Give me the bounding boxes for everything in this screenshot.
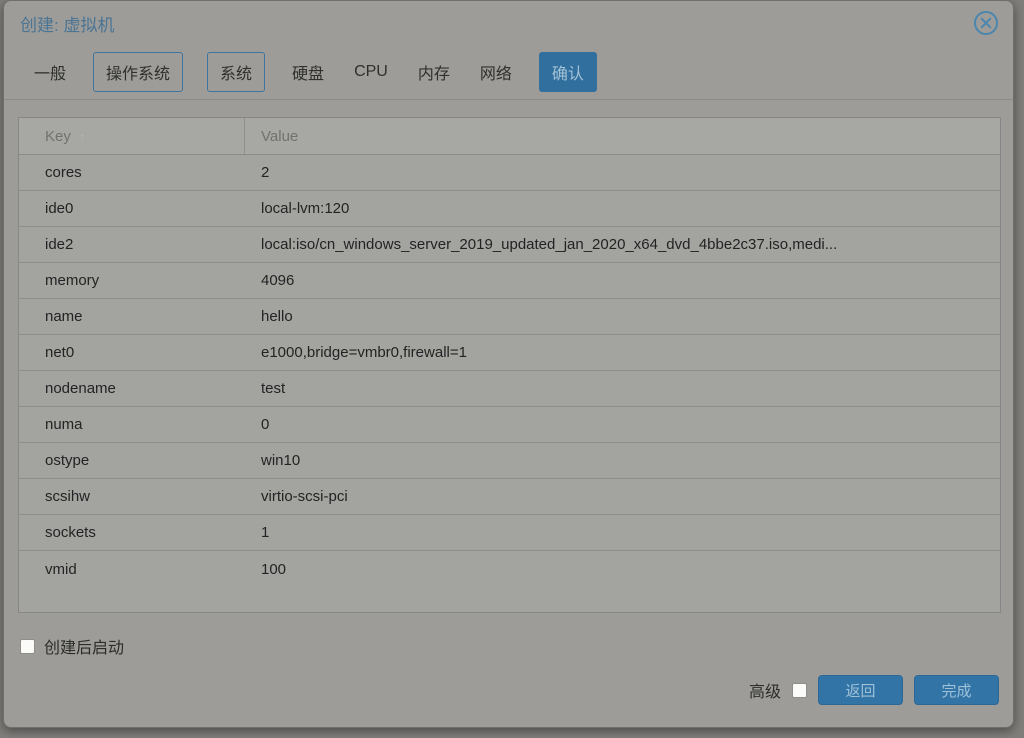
close-button[interactable] [973,10,999,36]
table-header-row: Key ↑ Value [19,118,1000,155]
row-key: ide2 [19,227,245,262]
tab-bar: 一般操作系统系统硬盘 CPU 内存网络确认 [4,45,1013,100]
column-header-value[interactable]: Value [245,118,1000,154]
table-row[interactable]: memory4096 [19,263,1000,299]
table-row[interactable]: scsihwvirtio-scsi-pci [19,479,1000,515]
dialog-header: 创建: 虚拟机 [4,1,1013,45]
table-row[interactable]: net0e1000,bridge=vmbr0,firewall=1 [19,335,1000,371]
row-value: virtio-scsi-pci [245,479,1000,514]
row-key: memory [19,263,245,298]
row-key: ide0 [19,191,245,226]
start-after-created-label: 创建后启动 [44,634,124,658]
column-header-value-label: Value [261,128,298,145]
table-row[interactable]: numa0 [19,407,1000,443]
advanced-label: 高级 [749,678,781,702]
row-key: scsihw [19,479,245,514]
table-row[interactable]: ostypewin10 [19,443,1000,479]
row-key: vmid [19,551,245,587]
column-header-key[interactable]: Key ↑ [19,118,245,154]
table-empty-row [19,587,1000,612]
row-key: name [19,299,245,334]
table-row[interactable]: ide0local-lvm:120 [19,191,1000,227]
table-row[interactable]: namehello [19,299,1000,335]
row-value: hello [245,299,1000,334]
row-value: win10 [245,443,1000,478]
start-after-created-checkbox[interactable] [20,639,35,654]
row-value: local-lvm:120 [245,191,1000,226]
close-icon [973,10,999,36]
table-row[interactable]: nodenametest [19,371,1000,407]
tab-network[interactable]: 网络 [477,52,515,92]
row-value: 100 [245,551,1000,587]
row-value: 0 [245,407,1000,442]
table-row[interactable]: cores2 [19,155,1000,191]
row-key: net0 [19,335,245,370]
tab-cpu[interactable]: CPU [351,55,391,89]
sort-asc-icon: ↑ [79,129,86,144]
row-value: 2 [245,155,1000,190]
create-vm-dialog: 创建: 虚拟机 一般操作系统系统硬盘 CPU 内存网络确认 Key ↑ Value … [3,0,1014,728]
tab-harddisk[interactable]: 硬盘 [289,52,327,92]
dialog-footer: 高级 返回 完成 [4,661,1013,727]
column-header-key-label: Key [45,128,71,145]
back-button[interactable]: 返回 [818,675,903,705]
table-row[interactable]: ide2local:iso/cn_windows_server_2019_upd… [19,227,1000,263]
row-key: cores [19,155,245,190]
tab-system[interactable]: 系统 [207,52,265,92]
advanced-checkbox[interactable] [792,683,807,698]
row-key: sockets [19,515,245,550]
summary-table: Key ↑ Value cores2ide0local-lvm:120ide2l… [18,117,1001,613]
finish-button[interactable]: 完成 [914,675,999,705]
table-row[interactable]: vmid100 [19,551,1000,587]
row-value: 1 [245,515,1000,550]
row-value: 4096 [245,263,1000,298]
row-key: ostype [19,443,245,478]
start-after-created-row: 创建后启动 [18,634,999,658]
tab-general[interactable]: 一般 [31,52,69,92]
row-value: e1000,bridge=vmbr0,firewall=1 [245,335,1000,370]
row-value: test [245,371,1000,406]
row-key: numa [19,407,245,442]
row-key: nodename [19,371,245,406]
table-body: cores2ide0local-lvm:120ide2local:iso/cn_… [19,155,1000,587]
dialog-body: Key ↑ Value cores2ide0local-lvm:120ide2l… [4,100,1013,661]
dialog-title: 创建: 虚拟机 [20,11,114,36]
tab-memory[interactable]: 内存 [415,52,453,92]
tab-confirm[interactable]: 确认 [539,52,597,92]
row-value: local:iso/cn_windows_server_2019_updated… [245,227,1000,262]
tab-os[interactable]: 操作系统 [93,52,183,92]
table-row[interactable]: sockets1 [19,515,1000,551]
